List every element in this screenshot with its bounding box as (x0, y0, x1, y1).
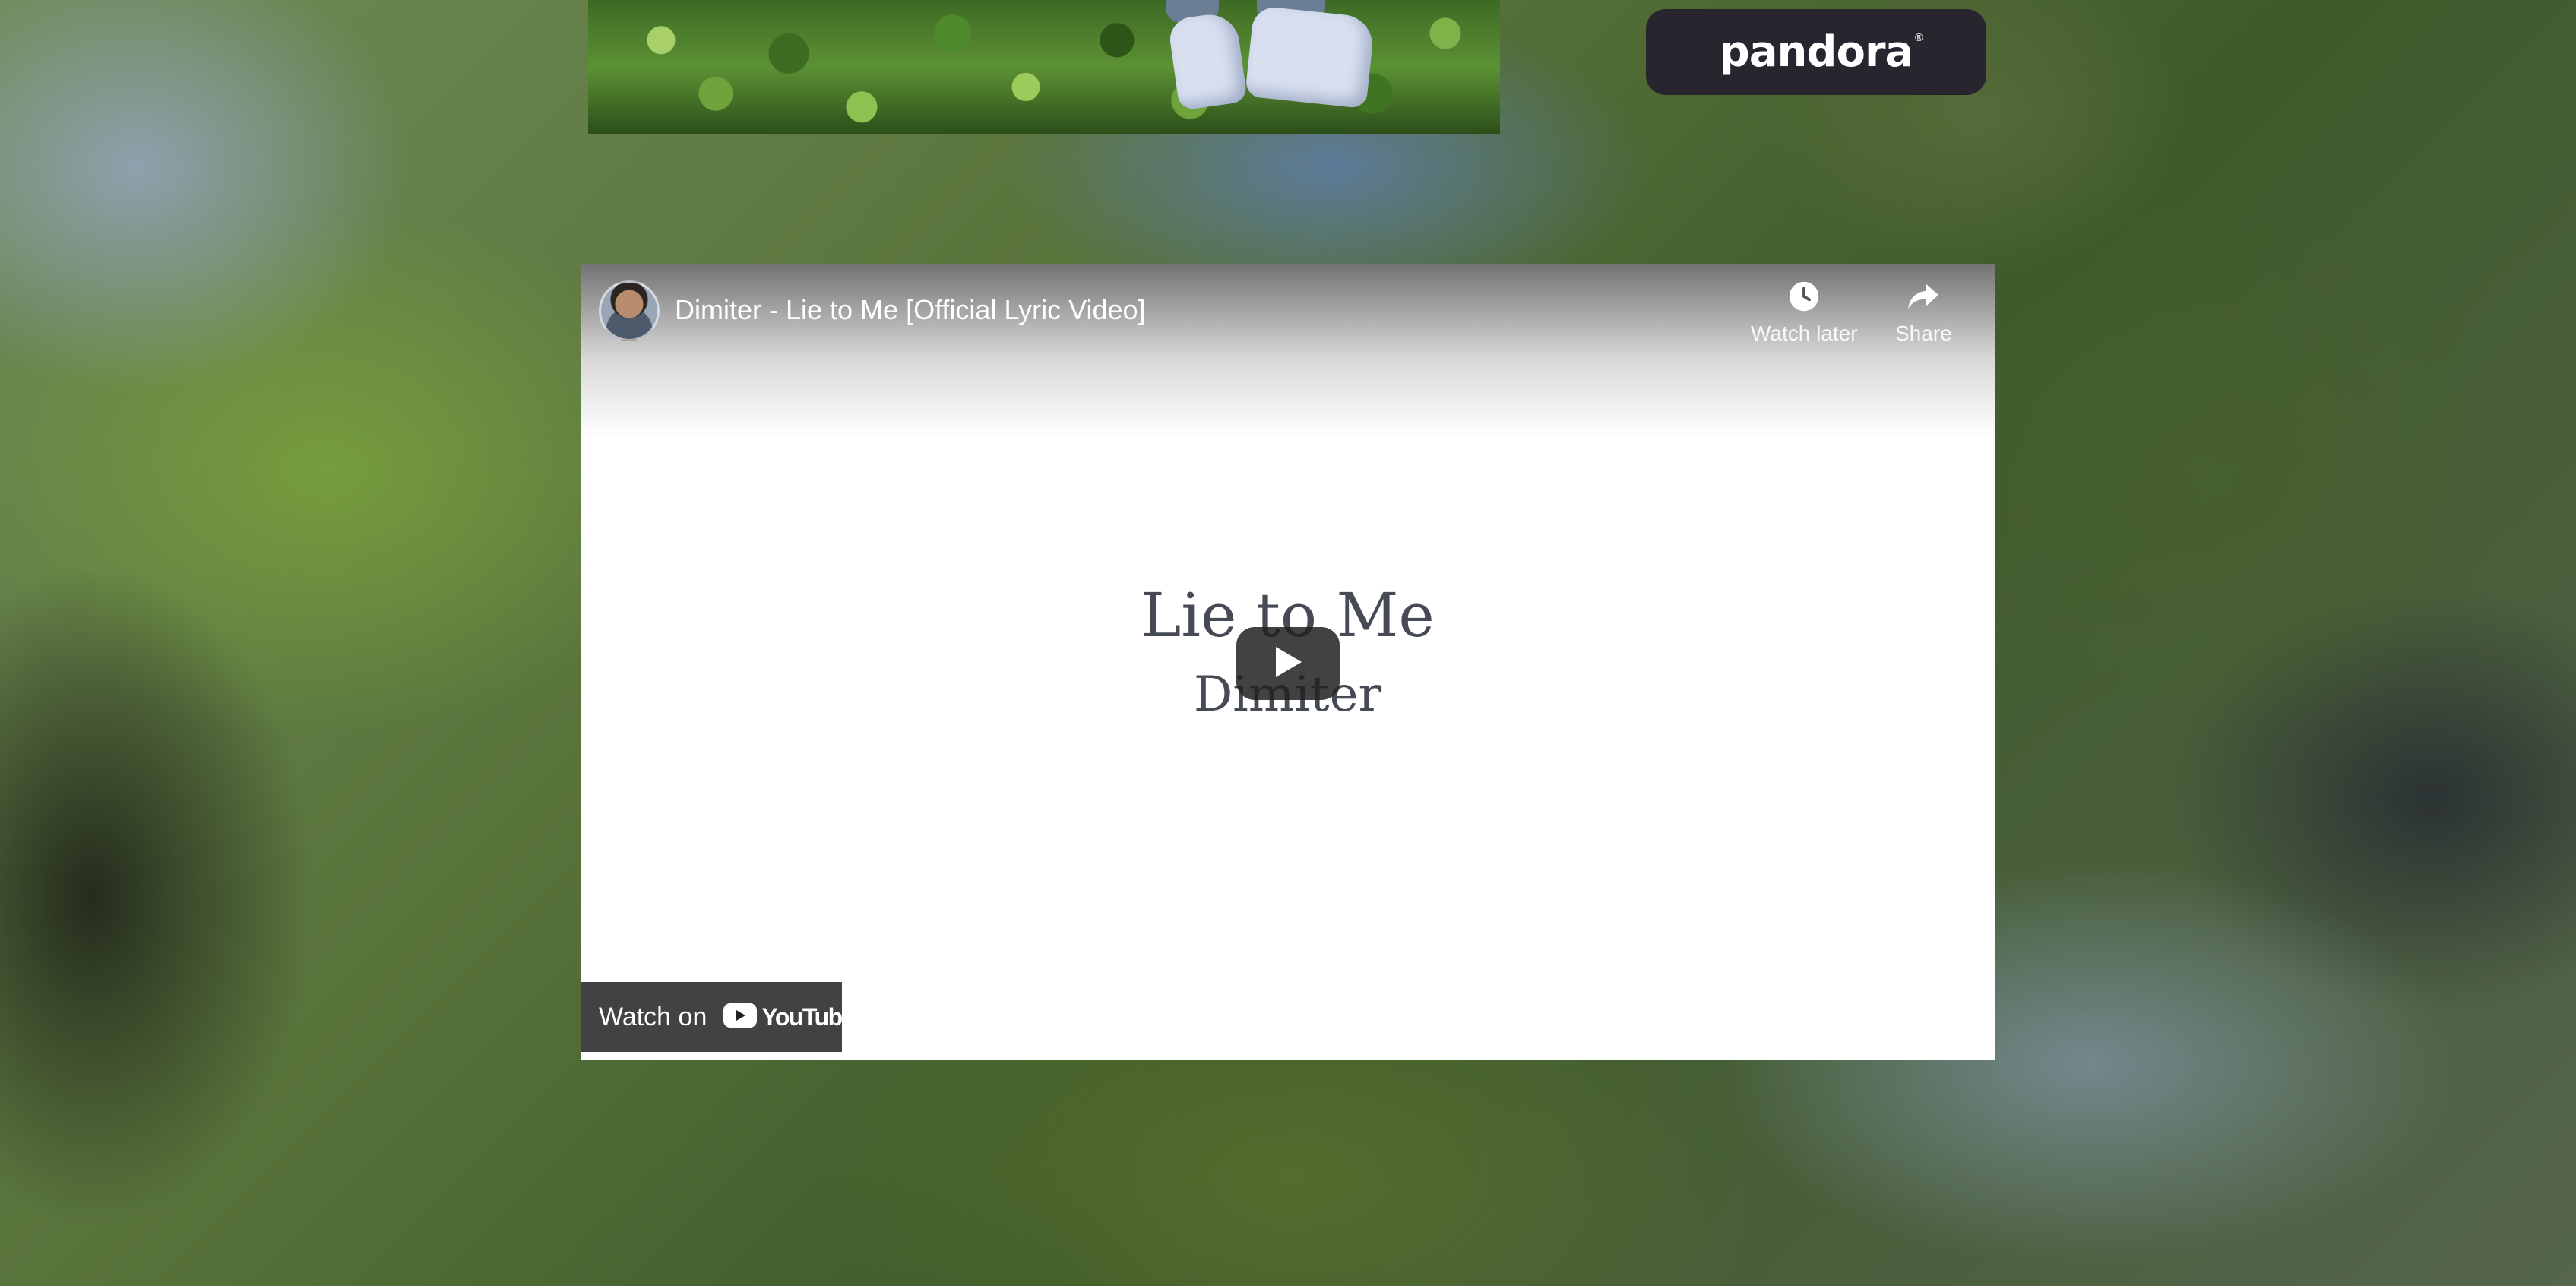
pandora-button[interactable]: pandora ® (1646, 9, 1986, 95)
pandora-reg-mark: ® (1913, 32, 1924, 44)
sneaker-right (1245, 5, 1375, 109)
watch-on-youtube-button[interactable]: Watch on YouTube (581, 982, 855, 1052)
youtube-logo-icon (723, 1003, 758, 1031)
artist-photo (588, 0, 1500, 134)
youtube-logo: YouTube (723, 1003, 855, 1031)
play-icon (1273, 645, 1303, 682)
share-button[interactable]: Share (1895, 279, 1952, 346)
play-button[interactable] (1236, 627, 1340, 700)
sneaker-left (1167, 11, 1248, 111)
share-arrow-icon (1906, 279, 1941, 314)
youtube-embed[interactable]: Lie to Me Dimiter Dimiter - Lie to Me [O… (581, 264, 1995, 1060)
channel-avatar[interactable] (599, 280, 660, 341)
video-title-link[interactable]: Dimiter - Lie to Me [Official Lyric Vide… (675, 294, 1146, 326)
watch-later-button[interactable]: Watch later (1751, 279, 1858, 346)
share-label: Share (1895, 322, 1952, 345)
watch-later-label: Watch later (1751, 322, 1858, 345)
youtube-logo-text: YouTube (761, 1003, 855, 1031)
pandora-logo-text: pandora (1719, 27, 1914, 77)
pandora-logo: pandora ® (1719, 27, 1925, 77)
clock-icon (1786, 279, 1821, 314)
watch-on-label: Watch on (599, 1002, 707, 1031)
